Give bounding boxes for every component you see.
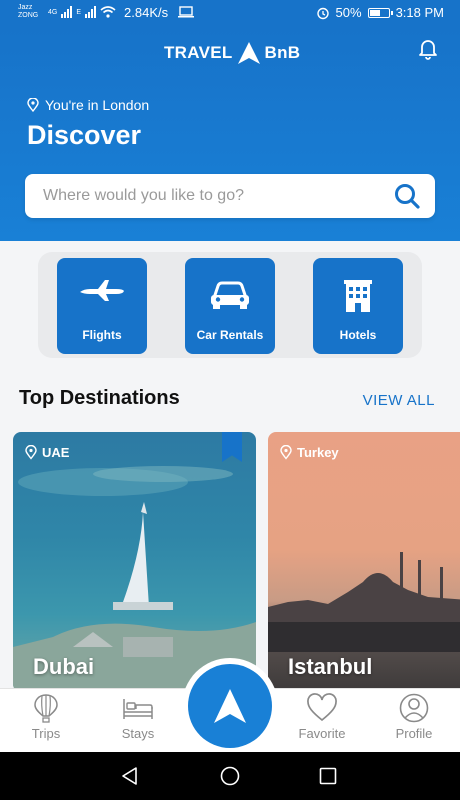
battery-percent: 50% [335,5,362,20]
location-pin-icon [280,445,292,460]
carrier-2: ZONG [18,12,39,19]
card-city-name: Dubai [33,654,95,679]
card-city-name: Istanbul [288,654,373,679]
battery-icon [367,7,393,18]
nav-label: Profile [395,726,433,741]
search-icon[interactable] [393,182,421,210]
system-nav-bar [0,752,460,800]
plane-logo-icon [237,42,260,64]
nav-favorite[interactable]: Favorite [287,693,357,741]
page-title: Discover [27,120,142,150]
nav-trips[interactable]: Trips [11,693,81,741]
destination-card-istanbul[interactable]: Turkey Istanbul [268,432,460,692]
network-type-1: 4G [48,8,58,16]
app-logo: TRAVEL BnB [164,38,304,68]
dubai-scene-image [13,466,256,692]
section-title: Top Destinations [19,387,180,409]
network-type-2: E [76,8,82,16]
current-location: You're in London [27,97,149,113]
status-bar: Jazz ZONG 4G E 2.84K/s 50% 3:18 PM [0,0,460,28]
location-pin-icon [27,98,39,112]
nav-label: Stays [121,726,155,741]
category-label: Hotels [339,328,377,342]
heart-icon [307,693,337,722]
nav-stays[interactable]: Stays [103,693,173,741]
card-country-label: Turkey [297,445,339,460]
category-panel: Flights Car Rentals Hotels [38,252,422,358]
clock: 3:18 PM [395,5,444,20]
header: TRAVEL BnB You're in London Discover [0,28,460,241]
istanbul-scene-image [268,552,460,652]
search-input[interactable] [43,187,393,205]
location-pin-icon [25,445,37,460]
navigation-arrow-icon [214,689,246,723]
carrier-1: Jazz [18,4,33,11]
category-flights[interactable]: Flights [57,258,147,354]
back-icon[interactable] [120,766,140,786]
wifi-icon [100,6,116,18]
signal-icon-2 [85,6,97,18]
category-hotels[interactable]: Hotels [313,258,403,354]
card-country: UAE [25,445,69,460]
status-left: Jazz ZONG 4G E 2.84K/s [18,4,195,20]
airplane-icon [80,280,124,301]
location-text: You're in London [45,97,150,113]
destination-card-dubai[interactable]: UAE Dubai [13,432,256,692]
bed-icon [123,699,153,719]
view-all-link[interactable]: VIEW ALL [363,392,435,409]
card-country: Turkey [280,445,339,460]
brand-left: TRAVEL [164,43,233,62]
network-speed: 2.84K/s [124,4,169,20]
status-right: 50% 3:18 PM [316,5,444,20]
alarm-icon [316,7,329,19]
car-icon [211,281,249,309]
card-country-label: UAE [42,445,70,460]
bell-icon[interactable] [416,36,440,60]
category-label: Flights [82,328,122,342]
home-icon[interactable] [220,766,240,786]
hotel-icon [344,280,372,312]
brand-right: BnB [264,43,301,62]
nav-profile[interactable]: Profile [379,693,449,741]
signal-icon [61,6,73,18]
nav-label: Trips [31,726,61,741]
explore-fab-button[interactable] [188,664,272,748]
balloon-icon [34,694,58,723]
search-bar[interactable] [25,174,435,218]
nav-label: Favorite [298,726,346,741]
carrier-labels: Jazz ZONG [18,4,44,20]
profile-icon [399,693,429,723]
recents-icon[interactable] [318,766,338,786]
category-car-rentals[interactable]: Car Rentals [185,258,275,354]
laptop-icon [178,6,195,18]
category-label: Car Rentals [196,328,264,342]
